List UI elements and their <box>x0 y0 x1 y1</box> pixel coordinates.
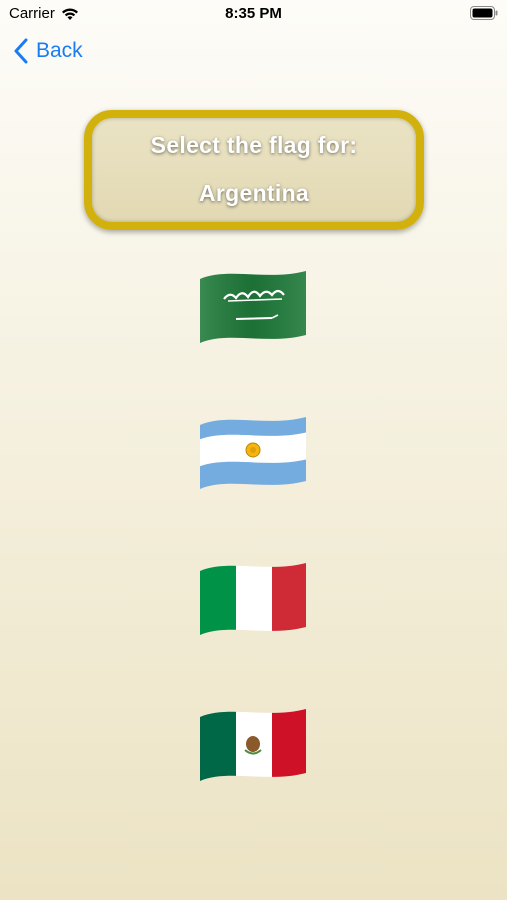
saudi-arabia-flag-icon <box>200 271 306 343</box>
flag-option-saudi-arabia[interactable] <box>198 265 308 347</box>
prompt-country: Argentina <box>198 180 310 206</box>
chevron-left-icon <box>14 38 28 64</box>
flag-option-argentina[interactable] <box>198 411 308 493</box>
flag-option-mexico[interactable] <box>198 703 308 785</box>
back-button[interactable]: Back <box>14 38 83 64</box>
question-prompt: Select the flag for: Argentina <box>84 110 424 230</box>
status-time: 8:35 PM <box>225 5 282 22</box>
battery-icon <box>470 6 498 20</box>
status-bar: Carrier 8:35 PM <box>0 0 507 28</box>
mexico-flag-icon <box>200 709 306 781</box>
back-button-label: Back <box>36 39 83 62</box>
italy-flag-icon <box>200 563 306 635</box>
argentina-flag-icon <box>200 417 306 489</box>
flag-option-italy[interactable] <box>198 557 308 639</box>
prompt-instruction: Select the flag for: <box>150 132 358 158</box>
